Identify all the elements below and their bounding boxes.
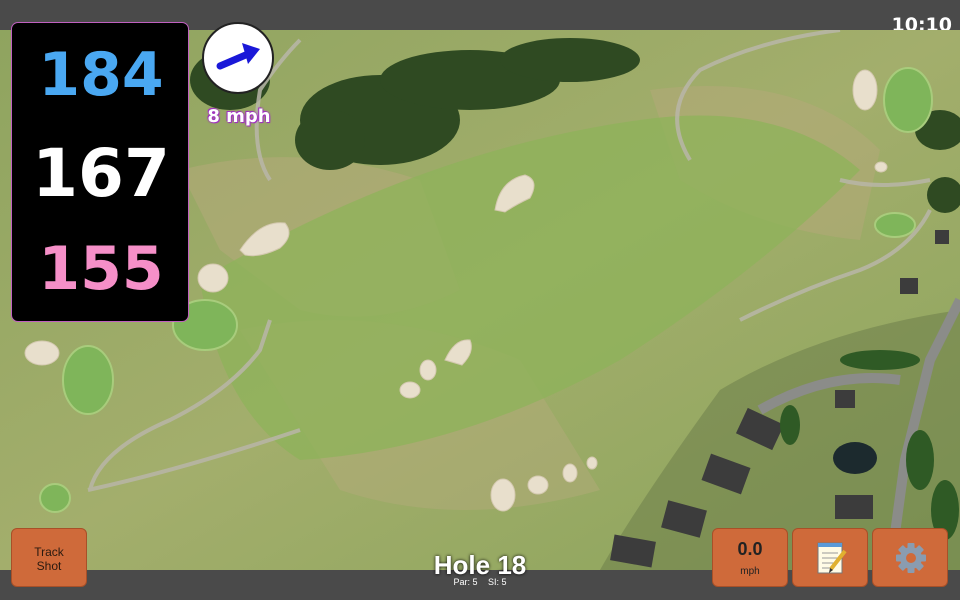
speed-button[interactable]: 0.0 mph <box>712 528 788 587</box>
track-shot-label: Track Shot <box>34 545 64 573</box>
wind-arrow-icon <box>216 43 260 70</box>
hole-info: Par: 5 SI: 5 <box>380 577 580 587</box>
distance-panel: 184 167 155 <box>11 22 189 322</box>
speed-value: 0.0 <box>737 539 763 559</box>
back-distance: 184 <box>38 40 164 110</box>
settings-button[interactable] <box>872 528 948 587</box>
wind-speed: 8 mph <box>207 106 271 127</box>
notes-button[interactable] <box>792 528 868 587</box>
speed-unit: mph <box>740 566 760 577</box>
front-distance: 155 <box>38 234 164 304</box>
wind-indicator <box>202 22 274 94</box>
middle-distance: 167 <box>32 135 170 212</box>
notepad-icon <box>817 542 847 574</box>
hole-par: Par: 5 <box>453 577 478 587</box>
track-shot-button[interactable]: Track Shot <box>11 528 87 587</box>
hole-si: SI: 5 <box>488 577 507 587</box>
gear-icon <box>896 543 926 573</box>
